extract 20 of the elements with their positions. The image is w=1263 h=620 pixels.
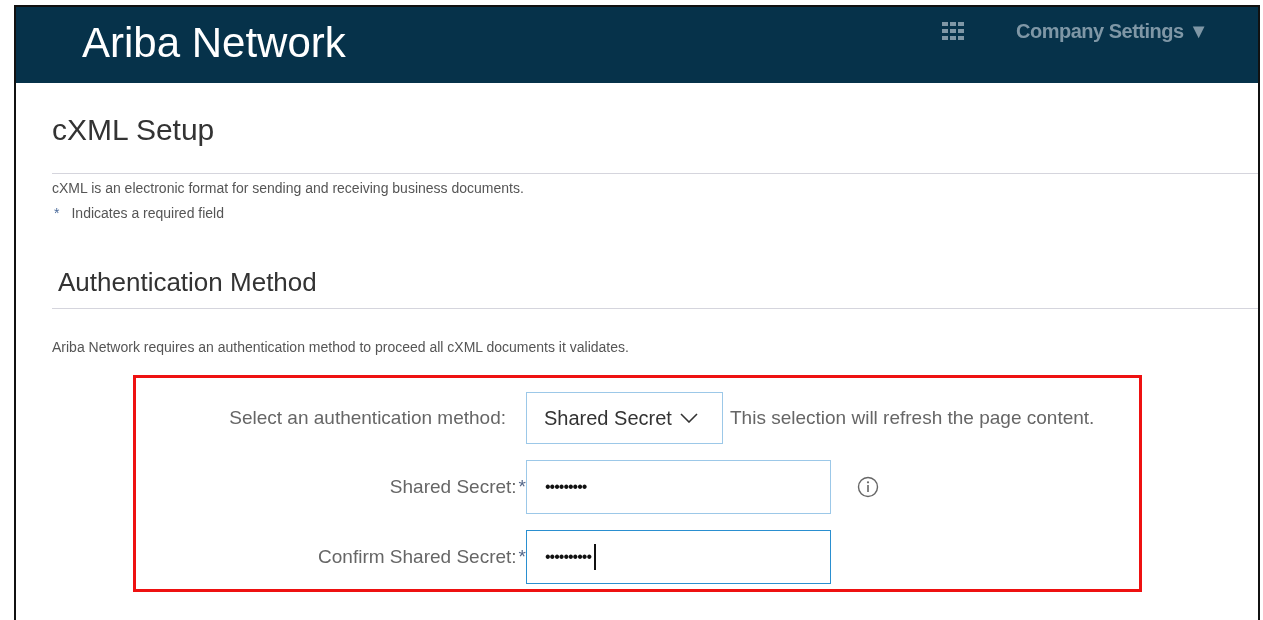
logo: Ariba Network [82, 19, 347, 67]
password-field[interactable]: •••••••••• [526, 530, 831, 584]
password-field[interactable]: ••••••••• [526, 460, 831, 514]
page-title: cXML Setup [52, 113, 1258, 174]
section-intro: Ariba Network requires an authentication method to proceed all cXML documents it validates. [52, 339, 630, 355]
hint-text: This selection will refresh the page content. [730, 407, 1095, 429]
info-icon[interactable] [857, 476, 879, 498]
required-note: Indicates a required field [71, 205, 224, 221]
chevron-icon [679, 413, 698, 423]
grid-icon[interactable] [942, 22, 965, 40]
field-label: Confirm Shared Secret: [318, 546, 517, 568]
required-mark: * [54, 205, 60, 221]
company-settings-menu[interactable]: Company Settings ▼ [1016, 19, 1208, 43]
field-label: Shared Secret: [389, 476, 517, 498]
field-label: Select an authentication method: [228, 407, 507, 429]
method-dropdown[interactable]: Shared Secret [526, 392, 723, 444]
required-mark: * [518, 546, 526, 568]
section-title: Authentication Method [52, 267, 1258, 309]
description-text: cXML is an electronic format for sending and receiving business documents. [52, 180, 525, 196]
required-mark: * [518, 476, 526, 498]
